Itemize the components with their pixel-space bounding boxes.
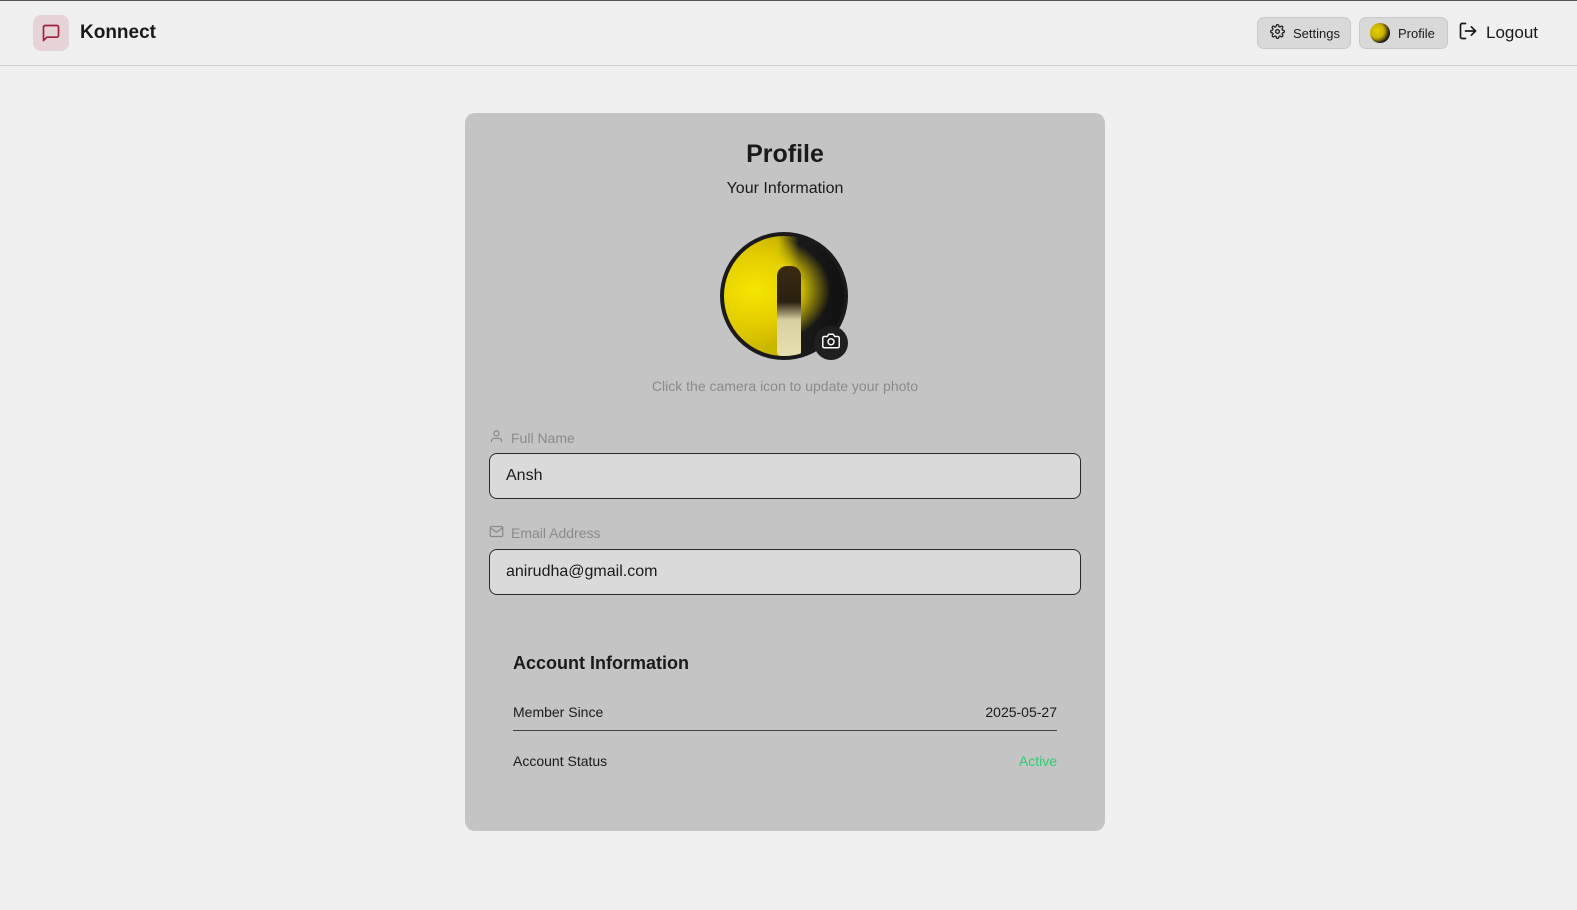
account-info-title: Account Information xyxy=(513,653,689,673)
camera-icon xyxy=(822,332,840,355)
email-field[interactable] xyxy=(489,549,1081,595)
account-status-row: Account Status Active xyxy=(513,753,1057,769)
profile-button[interactable]: Profile xyxy=(1359,17,1448,49)
full-name-label: Full Name xyxy=(489,429,575,447)
profile-photo xyxy=(720,232,848,360)
full-name-field[interactable] xyxy=(489,453,1081,499)
log-out-icon xyxy=(1458,21,1478,46)
mail-icon xyxy=(489,524,504,542)
brand[interactable]: Konnect xyxy=(33,15,156,51)
email-label-text: Email Address xyxy=(511,525,601,541)
page-title: Profile xyxy=(746,140,824,168)
camera-button[interactable] xyxy=(814,326,848,360)
top-navbar: Konnect Settings Profile Logout xyxy=(0,1,1577,66)
logout-label: Logout xyxy=(1486,23,1538,42)
settings-button[interactable]: Settings xyxy=(1257,17,1351,49)
member-since-label: Member Since xyxy=(513,704,604,720)
profile-label: Profile xyxy=(1398,25,1435,41)
email-label: Email Address xyxy=(489,524,600,542)
avatar xyxy=(1370,23,1390,43)
photo-hint: Click the camera icon to update your pho… xyxy=(651,378,919,394)
avatar-photo-figure xyxy=(777,266,801,356)
status-badge: Active xyxy=(1018,753,1057,769)
member-since-value: 2025-05-27 xyxy=(985,704,1057,720)
nav-actions: Settings Profile Logout xyxy=(1257,17,1538,49)
full-name-label-text: Full Name xyxy=(511,430,575,446)
profile-card: Profile Your Information Click the camer… xyxy=(465,113,1105,831)
message-square-icon xyxy=(33,15,69,51)
page-subtitle: Your Information xyxy=(726,180,844,197)
user-icon xyxy=(489,429,504,447)
gear-icon xyxy=(1270,24,1285,42)
logout-button[interactable]: Logout xyxy=(1458,21,1538,46)
brand-name: Konnect xyxy=(80,22,156,43)
member-since-row: Member Since 2025-05-27 xyxy=(513,704,1057,731)
account-status-label: Account Status xyxy=(513,753,608,769)
settings-label: Settings xyxy=(1293,25,1340,41)
